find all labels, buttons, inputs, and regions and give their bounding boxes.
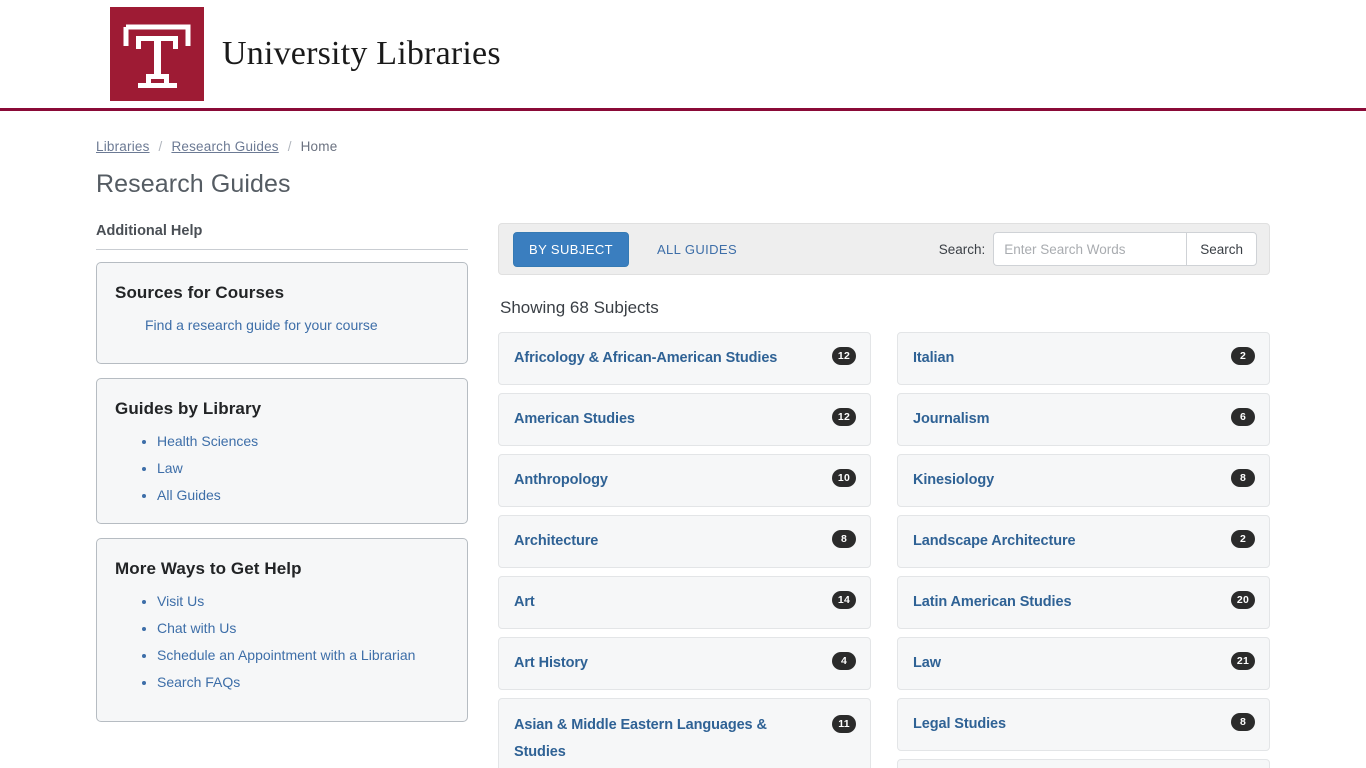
sidebar-box-guides-by-library: Guides by Library Health Sciences Law Al… — [96, 378, 468, 525]
sidebar-link-search-faqs[interactable]: Search FAQs — [157, 674, 240, 690]
subject-row[interactable]: Italian 2 — [897, 332, 1270, 385]
guide-count-badge: 20 — [1230, 591, 1255, 609]
subject-row[interactable]: Art History 4 — [498, 637, 871, 690]
site-header: University Libraries — [0, 0, 1366, 111]
subject-column-right: Italian 2 Journalism 6 Kinesiology 8 Lan… — [897, 332, 1270, 768]
guide-count-badge: 8 — [1231, 713, 1255, 731]
tab-all-guides[interactable]: ALL GUIDES — [641, 232, 753, 267]
subject-row[interactable]: Law 21 — [897, 637, 1270, 690]
breadcrumb: Libraries / Research Guides / Home — [96, 111, 1270, 154]
guide-count-badge: 21 — [1230, 652, 1255, 670]
guide-count-badge: 4 — [832, 652, 856, 670]
search-group: Search — [993, 232, 1257, 266]
subject-row[interactable]: Journalism 6 — [897, 393, 1270, 446]
breadcrumb-separator: / — [287, 139, 292, 154]
list-item[interactable]: Search FAQs — [157, 674, 449, 691]
subject-link[interactable]: American Studies — [514, 406, 635, 433]
box-title: Sources for Courses — [115, 283, 285, 302]
guide-count-badge: 11 — [832, 715, 856, 733]
guide-count-badge: 6 — [1231, 408, 1255, 426]
list-item[interactable]: Schedule an Appointment with a Librarian — [157, 647, 449, 664]
guide-count-badge: 2 — [1231, 530, 1255, 548]
sidebar-link-schedule-appointment[interactable]: Schedule an Appointment with a Librarian — [157, 647, 415, 663]
subject-row[interactable]: Architecture 8 — [498, 515, 871, 568]
list-item[interactable]: Chat with Us — [157, 620, 449, 637]
subject-row[interactable]: Asian & Middle Eastern Languages & Studi… — [498, 698, 871, 768]
page-title: Research Guides — [96, 170, 291, 198]
guides-toolbar: BY SUBJECT ALL GUIDES Search: Search — [498, 223, 1270, 275]
subject-link[interactable]: Latin American Studies — [913, 589, 1072, 616]
subject-link[interactable]: Asian & Middle Eastern Languages & Studi… — [514, 712, 822, 766]
subject-link[interactable]: Italian — [913, 345, 954, 372]
guide-count-badge: 12 — [831, 408, 856, 426]
list-item[interactable]: Visit Us — [157, 593, 449, 610]
search-label: Search: — [938, 241, 986, 257]
sidebar-link-all-guides[interactable]: All Guides — [157, 487, 221, 503]
sidebar-link-visit-us[interactable]: Visit Us — [157, 593, 204, 609]
guide-count-badge: 8 — [832, 530, 856, 548]
sidebar: Additional Help Sources for Courses Find… — [96, 223, 468, 768]
breadcrumb-item-home: Home — [300, 139, 338, 154]
subject-row[interactable]: American Studies 12 — [498, 393, 871, 446]
subject-row[interactable]: Landscape Architecture 2 — [897, 515, 1270, 568]
subject-grid: Africology & African-American Studies 12… — [498, 332, 1270, 768]
box-title: More Ways to Get Help — [115, 559, 302, 579]
subject-row[interactable]: Anthropology 10 — [498, 454, 871, 507]
subject-link[interactable]: Legal Studies — [913, 711, 1006, 738]
sidebar-list-more-help: Visit Us Chat with Us Schedule an Appoin… — [115, 593, 449, 690]
guide-count-badge: 2 — [1231, 347, 1255, 365]
page-body: Libraries / Research Guides / Home Resea… — [0, 111, 1366, 768]
breadcrumb-item-research-guides[interactable]: Research Guides — [171, 139, 278, 154]
subject-row[interactable]: Art 14 — [498, 576, 871, 629]
guide-count-badge: 14 — [831, 591, 856, 609]
list-item[interactable]: All Guides — [157, 487, 449, 504]
sidebar-box-more-ways-to-get-help: More Ways to Get Help Visit Us Chat with… — [96, 538, 468, 722]
sidebar-link-health-sciences[interactable]: Health Sciences — [157, 433, 258, 449]
main-content: BY SUBJECT ALL GUIDES Search: Search Sho… — [498, 223, 1270, 768]
box-title: Guides by Library — [115, 399, 262, 418]
subject-link[interactable]: Landscape Architecture — [913, 528, 1076, 555]
subject-row[interactable]: LGBT Studies 3 — [897, 759, 1270, 768]
site-title: University Libraries — [222, 35, 501, 72]
subject-link[interactable]: Anthropology — [514, 467, 608, 494]
sidebar-heading: Additional Help — [96, 223, 468, 250]
subject-link[interactable]: Journalism — [913, 406, 989, 433]
search-button[interactable]: Search — [1186, 232, 1257, 266]
subject-row[interactable]: Legal Studies 8 — [897, 698, 1270, 751]
header-brand[interactable]: University Libraries — [110, 0, 501, 108]
guide-count-badge: 12 — [831, 347, 856, 365]
breadcrumb-item-libraries[interactable]: Libraries — [96, 139, 150, 154]
subject-link[interactable]: Africology & African-American Studies — [514, 345, 777, 372]
subject-link[interactable]: Architecture — [514, 528, 598, 555]
breadcrumb-separator: / — [158, 139, 163, 154]
guide-count-badge: 10 — [831, 469, 856, 487]
subject-link[interactable]: Art History — [514, 650, 588, 677]
sidebar-box-sources-for-courses: Sources for Courses Find a research guid… — [96, 262, 468, 364]
results-count: Showing 68 Subjects — [500, 298, 659, 317]
list-item[interactable]: Law — [157, 460, 449, 477]
sidebar-link-find-guide[interactable]: Find a research guide for your course — [145, 317, 449, 333]
guide-count-badge: 8 — [1231, 469, 1255, 487]
search-input[interactable] — [993, 232, 1187, 266]
tab-by-subject[interactable]: BY SUBJECT — [513, 231, 629, 267]
subject-link[interactable]: Kinesiology — [913, 467, 994, 494]
temple-t-logo-icon[interactable] — [110, 7, 204, 101]
subject-link[interactable]: Law — [913, 650, 941, 677]
subject-link[interactable]: Art — [514, 589, 535, 616]
sidebar-list-guides-by-library: Health Sciences Law All Guides — [115, 433, 449, 503]
sidebar-link-chat-with-us[interactable]: Chat with Us — [157, 620, 236, 636]
sidebar-link-law[interactable]: Law — [157, 460, 183, 476]
subject-row[interactable]: Latin American Studies 20 — [897, 576, 1270, 629]
subject-column-left: Africology & African-American Studies 12… — [498, 332, 871, 768]
subject-row[interactable]: Kinesiology 8 — [897, 454, 1270, 507]
list-item[interactable]: Health Sciences — [157, 433, 449, 450]
subject-row[interactable]: Africology & African-American Studies 12 — [498, 332, 871, 385]
